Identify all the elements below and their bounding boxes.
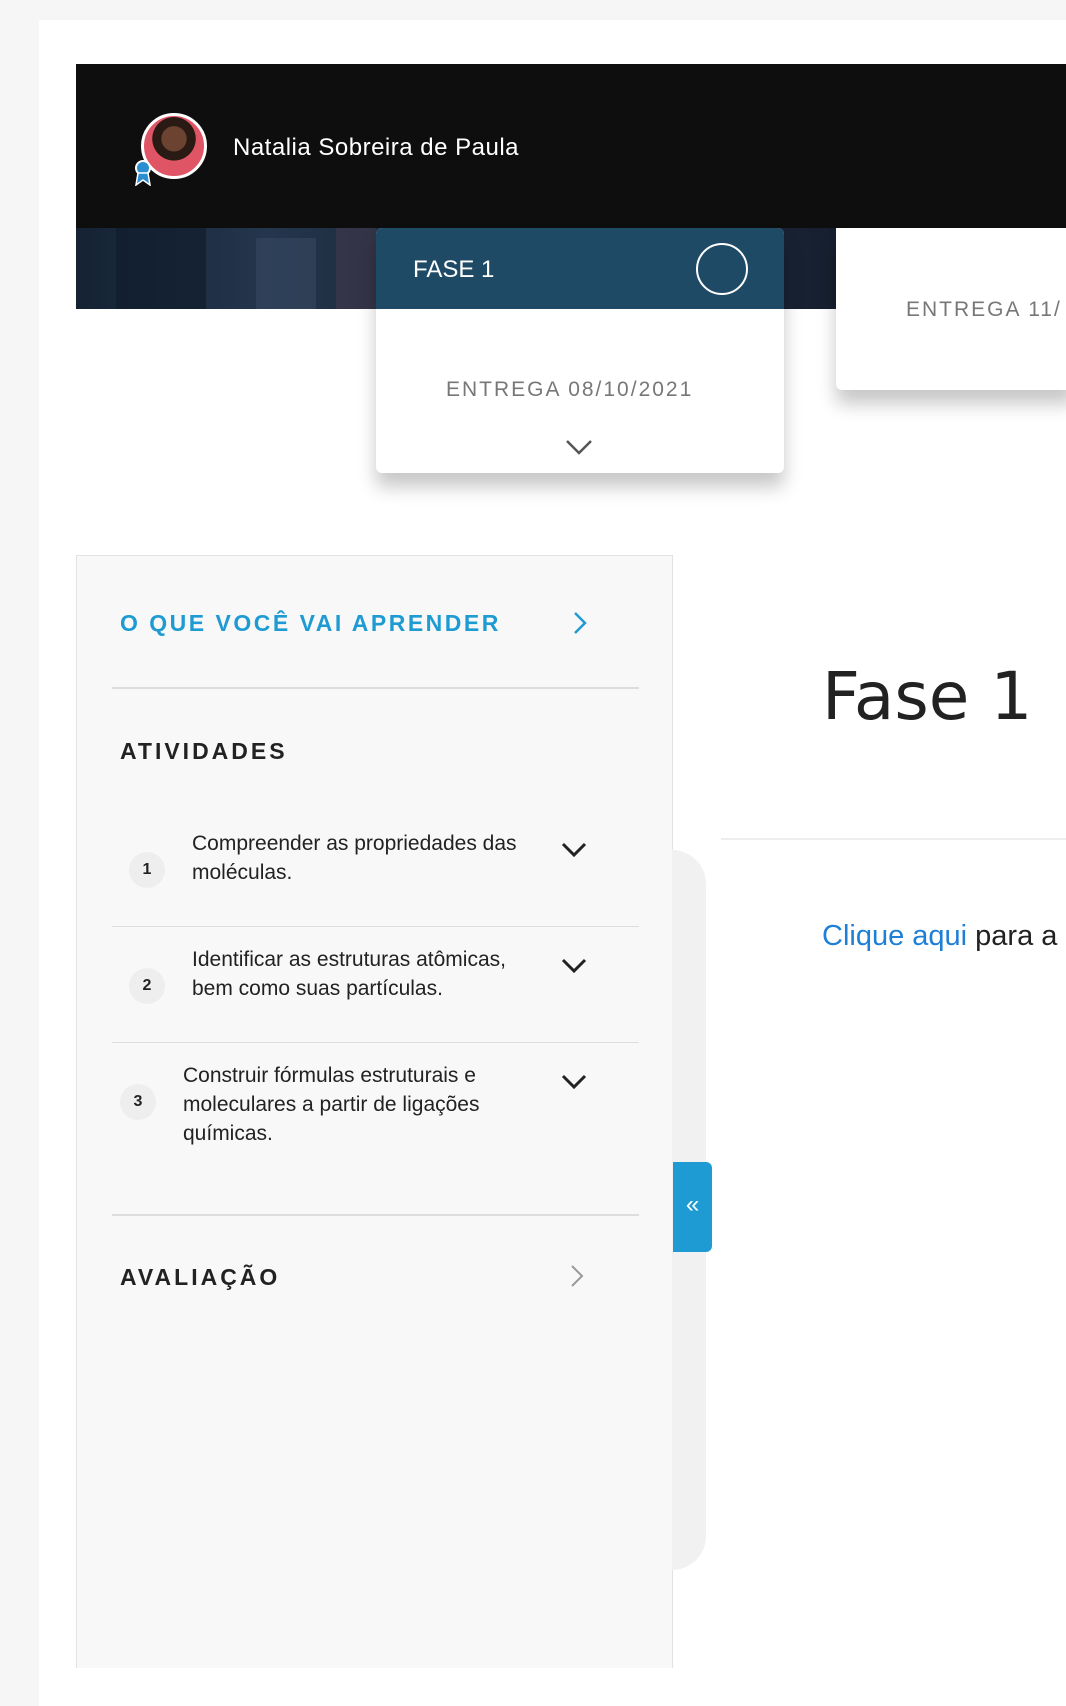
activity-item-2[interactable]: 2 Identificar as estruturas atômicas, be… [112, 945, 639, 1045]
activities-title: ATIVIDADES [120, 738, 288, 764]
sidebar: O QUE VOCÊ VAI APRENDER ATIVIDADES 1 Com… [76, 555, 673, 1668]
learn-link[interactable]: O QUE VOCÊ VAI APRENDER [120, 604, 600, 644]
divider [721, 838, 1066, 840]
chevron-right-icon [574, 612, 587, 634]
collapse-sidebar-button[interactable]: « [673, 1162, 712, 1252]
phase-title: FASE 1 [413, 256, 495, 283]
page-title: Fase 1 [822, 658, 1033, 735]
activity-item-1[interactable]: 1 Compreender as propriedades das molécu… [112, 829, 639, 929]
circle-outline-icon [696, 243, 748, 295]
instruction-text-rest: para a [967, 920, 1058, 952]
divider [112, 926, 639, 927]
double-chevron-left-icon: « [685, 1191, 700, 1218]
activity-text: Construir fórmulas estruturais e molecul… [183, 1064, 480, 1145]
divider [112, 1042, 639, 1043]
divider [112, 1214, 639, 1216]
phase-card-1[interactable]: FASE 1 ENTREGA 08/10/2021 [376, 228, 784, 473]
activity-number: 2 [129, 968, 165, 1004]
chevron-down-icon[interactable] [560, 1073, 588, 1091]
chevron-down-icon[interactable] [564, 438, 594, 456]
top-bar [76, 64, 1066, 228]
divider [112, 687, 639, 689]
phase-delivery-date: ENTREGA 08/10/2021 [446, 378, 694, 401]
chevron-right-icon[interactable] [569, 1263, 585, 1289]
activity-number: 1 [129, 852, 165, 888]
learn-label: O QUE VOCÊ VAI APRENDER [120, 610, 501, 636]
phase-delivery-date: ENTREGA 11/ [906, 298, 1062, 321]
chevron-down-icon[interactable] [560, 841, 588, 859]
instruction-text: Clique aqui para a [822, 920, 1057, 953]
activity-number: 3 [120, 1084, 156, 1120]
user-name: Natalia Sobreira de Paula [233, 134, 520, 161]
phase-card-header: FASE 1 [376, 228, 784, 309]
activity-item-3[interactable]: 3 Construir fórmulas estruturais e molec… [112, 1061, 639, 1191]
chevron-down-icon[interactable] [560, 957, 588, 975]
click-here-link[interactable]: Clique aqui [822, 920, 967, 952]
phase-card-2[interactable]: ENTREGA 11/ [836, 228, 1066, 390]
activity-text: Identificar as estruturas atômicas, bem … [192, 948, 506, 1000]
award-ribbon-icon [135, 160, 151, 186]
activity-text: Compreender as propriedades das molécula… [192, 832, 517, 884]
evaluation-link[interactable]: AVALIAÇÃO [120, 1264, 280, 1291]
